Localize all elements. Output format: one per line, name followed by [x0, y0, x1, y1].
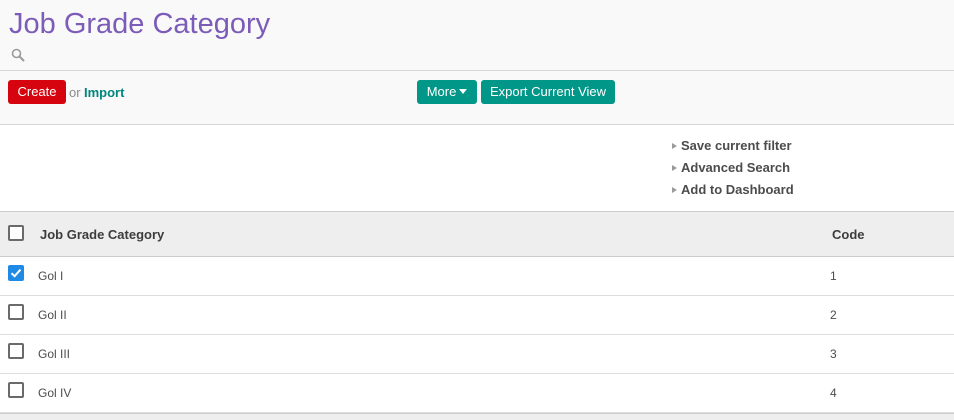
filter-item-label: Save current filter — [681, 138, 792, 153]
table-row[interactable]: Gol IV 4 — [0, 374, 954, 413]
code-cell: 2 — [830, 308, 837, 322]
row-checkbox[interactable] — [8, 304, 24, 320]
more-button-label: More — [426, 84, 457, 99]
select-all-checkbox[interactable] — [8, 225, 24, 241]
filter-item-label: Advanced Search — [681, 160, 791, 175]
column-header-job-grade-category[interactable]: Job Grade Category — [40, 227, 164, 242]
advanced-search-link[interactable]: Advanced Search — [672, 160, 794, 182]
column-header-code[interactable]: Code — [832, 227, 865, 242]
triangle-right-icon — [672, 143, 677, 149]
triangle-right-icon — [672, 187, 677, 193]
more-button[interactable]: More — [417, 80, 477, 104]
control-panel: Job Grade Category Create or Import More… — [0, 0, 954, 124]
or-label: or — [69, 85, 81, 100]
check-icon — [10, 268, 22, 278]
export-current-view-button[interactable]: Export Current View — [481, 80, 615, 104]
page-title: Job Grade Category — [9, 8, 271, 40]
search-icon[interactable] — [10, 47, 26, 63]
table-row[interactable]: Gol II 2 — [0, 296, 954, 335]
import-link[interactable]: Import — [84, 85, 124, 100]
divider — [0, 124, 954, 125]
job-grade-category-cell: Gol I — [38, 269, 64, 283]
code-cell: 4 — [830, 386, 837, 400]
code-cell: 1 — [830, 269, 837, 283]
row-checkbox[interactable] — [8, 343, 24, 359]
table-row[interactable]: Gol I 1 — [0, 257, 954, 296]
caret-down-icon — [459, 89, 468, 94]
add-to-dashboard-link[interactable]: Add to Dashboard — [672, 182, 794, 204]
row-checkbox[interactable] — [8, 265, 24, 281]
table-header: Job Grade Category Code — [0, 211, 954, 257]
job-grade-category-cell: Gol IV — [38, 386, 72, 400]
search-bar — [0, 44, 954, 71]
job-grade-category-cell: Gol II — [38, 308, 67, 322]
filter-menu: Save current filter Advanced Search Add … — [672, 138, 794, 204]
table-row[interactable]: Gol III 3 — [0, 335, 954, 374]
code-cell: 3 — [830, 347, 837, 361]
search-input[interactable] — [30, 45, 934, 69]
triangle-right-icon — [672, 165, 677, 171]
row-checkbox[interactable] — [8, 382, 24, 398]
filter-item-label: Add to Dashboard — [681, 182, 794, 197]
save-current-filter-link[interactable]: Save current filter — [672, 138, 794, 160]
create-button[interactable]: Create — [8, 80, 66, 104]
job-grade-category-cell: Gol III — [38, 347, 71, 361]
